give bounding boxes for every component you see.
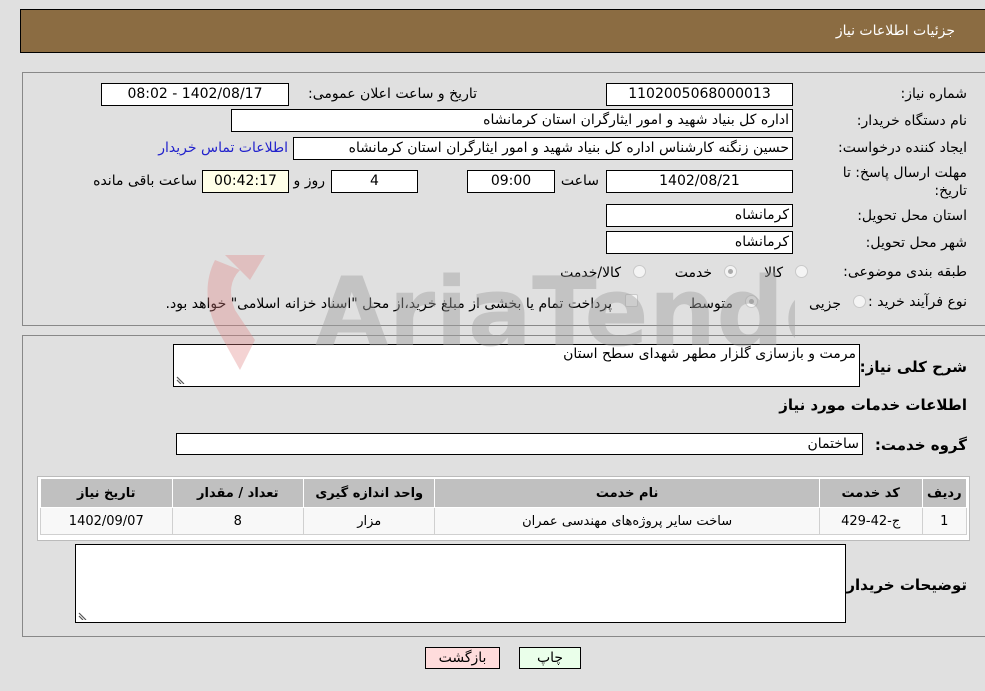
remaining-time-field: 00:42:17 bbox=[202, 170, 289, 193]
col-header-need-date: تاریخ نیاز bbox=[40, 478, 173, 508]
table-row: 1 ج-42-429 ساخت سایر پروژه‌های مهندسی عم… bbox=[40, 507, 968, 535]
resize-grip-icon[interactable] bbox=[78, 610, 88, 620]
category-radio-service[interactable] bbox=[724, 265, 737, 278]
purchase-radio-minor[interactable] bbox=[853, 295, 866, 308]
buyer-notes-label: توضیحات خریدار: bbox=[840, 576, 967, 594]
purchase-radio-medium[interactable] bbox=[745, 295, 758, 308]
purchase-option-minor: جزیی bbox=[809, 296, 841, 312]
city-field: کرمانشاه bbox=[606, 231, 793, 254]
announce-datetime-field: 1402/08/17 - 08:02 bbox=[101, 83, 289, 106]
category-label: طبقه بندی موضوعی: bbox=[843, 264, 967, 280]
services-heading: اطلاعات خدمات مورد نیاز bbox=[779, 396, 967, 414]
services-table: ردیف کد خدمت نام خدمت واحد اندازه گیری ت… bbox=[40, 478, 968, 535]
buyer-org-label: نام دستگاه خریدار: bbox=[856, 113, 967, 129]
treasury-note: پرداخت تمام یا بخشی از مبلغ خرید،از محل … bbox=[165, 296, 612, 312]
buyer-contact-link[interactable]: اطلاعات تماس خریدار bbox=[158, 140, 288, 156]
need-number-field: 1102005068000013 bbox=[606, 83, 793, 106]
category-option-goods: کالا bbox=[764, 265, 783, 281]
category-radio-goods-service[interactable] bbox=[633, 265, 646, 278]
need-number-label: شماره نیاز: bbox=[900, 86, 968, 102]
creator-field: حسین زنگنه کارشناس اداره کل بنیاد شهید و… bbox=[293, 137, 793, 160]
cell-need-date: 1402/09/07 bbox=[40, 507, 173, 535]
deadline-date-field: 1402/08/21 bbox=[606, 170, 793, 193]
cell-row-number: 1 bbox=[921, 507, 968, 535]
remaining-time-label: ساعت باقی مانده bbox=[93, 173, 197, 189]
category-option-service: خدمت bbox=[674, 265, 712, 281]
description-text: مرمت و بازسازی گلزار مطهر شهدای سطح استا… bbox=[563, 346, 856, 362]
service-group-label: گروه خدمت: bbox=[874, 436, 967, 454]
col-header-quantity: تعداد / مقدار bbox=[171, 478, 305, 508]
col-header-service-code: کد خدمت bbox=[818, 478, 923, 508]
creator-label: ایجاد کننده درخواست: bbox=[838, 140, 967, 156]
days-remaining-field: 4 bbox=[331, 170, 418, 193]
province-field: کرمانشاه bbox=[606, 204, 793, 227]
purchase-option-medium: متوسط bbox=[689, 296, 733, 312]
description-label: شرح کلی نیاز: bbox=[859, 358, 967, 376]
back-button[interactable]: بازگشت bbox=[425, 647, 500, 669]
purchase-type-label: نوع فرآیند خرید : bbox=[868, 294, 967, 310]
buyer-org-field: اداره کل بنیاد شهید و امور ایثارگران است… bbox=[231, 109, 793, 132]
province-label: استان محل تحویل: bbox=[857, 208, 967, 224]
resize-grip-icon[interactable] bbox=[176, 374, 186, 384]
treasury-checkbox[interactable] bbox=[625, 294, 638, 307]
description-textarea[interactable]: مرمت و بازسازی گلزار مطهر شهدای سطح استا… bbox=[173, 344, 860, 387]
cell-quantity: 8 bbox=[171, 507, 305, 535]
days-label: روز و bbox=[293, 173, 326, 189]
category-option-goods-service: کالا/خدمت bbox=[560, 265, 621, 281]
service-group-field: ساختمان bbox=[176, 433, 863, 455]
cell-unit: مزار bbox=[302, 507, 436, 535]
deadline-label-line1: مهلت ارسال پاسخ: تا bbox=[842, 165, 967, 181]
deadline-time-label: ساعت bbox=[560, 173, 599, 189]
cell-service-code: ج-42-429 bbox=[818, 507, 923, 535]
page-header: جزئیات اطلاعات نیاز bbox=[20, 9, 985, 53]
deadline-label-line2: تاریخ: bbox=[934, 183, 967, 199]
category-radio-goods[interactable] bbox=[795, 265, 808, 278]
page-title: جزئیات اطلاعات نیاز bbox=[835, 23, 955, 39]
col-header-row-number: ردیف bbox=[921, 478, 968, 508]
table-header-row: ردیف کد خدمت نام خدمت واحد اندازه گیری ت… bbox=[40, 478, 968, 508]
deadline-time-field: 09:00 bbox=[467, 170, 555, 193]
city-label: شهر محل تحویل: bbox=[865, 235, 967, 251]
col-header-service-name: نام خدمت bbox=[434, 478, 820, 508]
col-header-unit: واحد اندازه گیری bbox=[302, 478, 436, 508]
announce-datetime-label: تاریخ و ساعت اعلان عمومی: bbox=[308, 86, 477, 102]
buyer-notes-textarea[interactable] bbox=[75, 544, 846, 623]
print-button[interactable]: چاپ bbox=[519, 647, 581, 669]
cell-service-name: ساخت سایر پروژه‌های مهندسی عمران bbox=[434, 507, 820, 535]
